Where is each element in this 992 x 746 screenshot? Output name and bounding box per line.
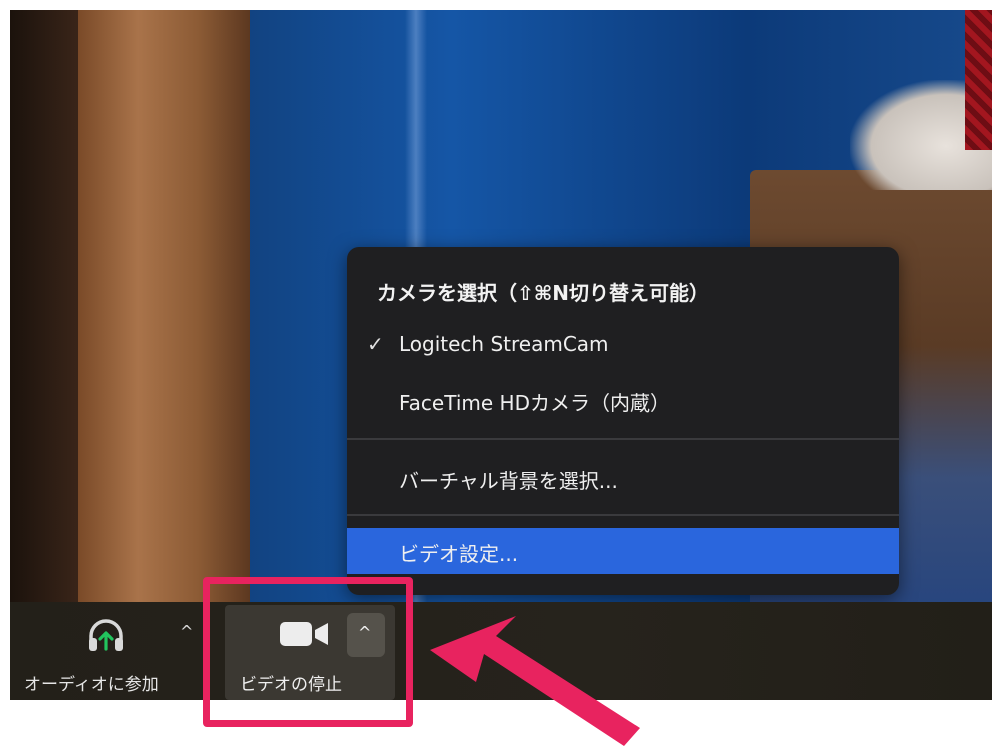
menu-item-label: ビデオ設定... xyxy=(399,542,519,566)
check-icon: ✓ xyxy=(367,332,384,356)
menu-item-label: バーチャル背景を選択... xyxy=(399,469,618,493)
menu-item-logitech-camera[interactable]: ✓ Logitech StreamCam xyxy=(347,322,899,368)
menu-item-facetime-camera[interactable]: FaceTime HDカメラ（内蔵） xyxy=(347,377,899,423)
headphone-icon[interactable] xyxy=(86,618,126,654)
audio-options-caret[interactable]: ^ xyxy=(180,622,193,641)
menu-item-label: FaceTime HDカメラ（内蔵） xyxy=(399,391,670,415)
menu-item-virtual-background[interactable]: バーチャル背景を選択... xyxy=(347,455,899,501)
highlight-box xyxy=(203,577,413,727)
camera-menu: カメラを選択（⇧⌘N切り替え可能） ✓ Logitech StreamCam F… xyxy=(347,247,899,595)
join-audio-label[interactable]: オーディオに参加 xyxy=(24,670,159,695)
menu-header: カメラを選択（⇧⌘N切り替え可能） xyxy=(377,281,710,305)
background-wall xyxy=(10,10,80,602)
background-door-frame xyxy=(78,10,250,602)
menu-item-label: Logitech StreamCam xyxy=(399,332,609,356)
menu-item-video-settings[interactable]: ビデオ設定... xyxy=(347,528,899,574)
menu-divider xyxy=(347,438,899,440)
menu-divider xyxy=(347,514,899,516)
background-object xyxy=(965,10,992,150)
arrow-icon xyxy=(430,616,640,746)
